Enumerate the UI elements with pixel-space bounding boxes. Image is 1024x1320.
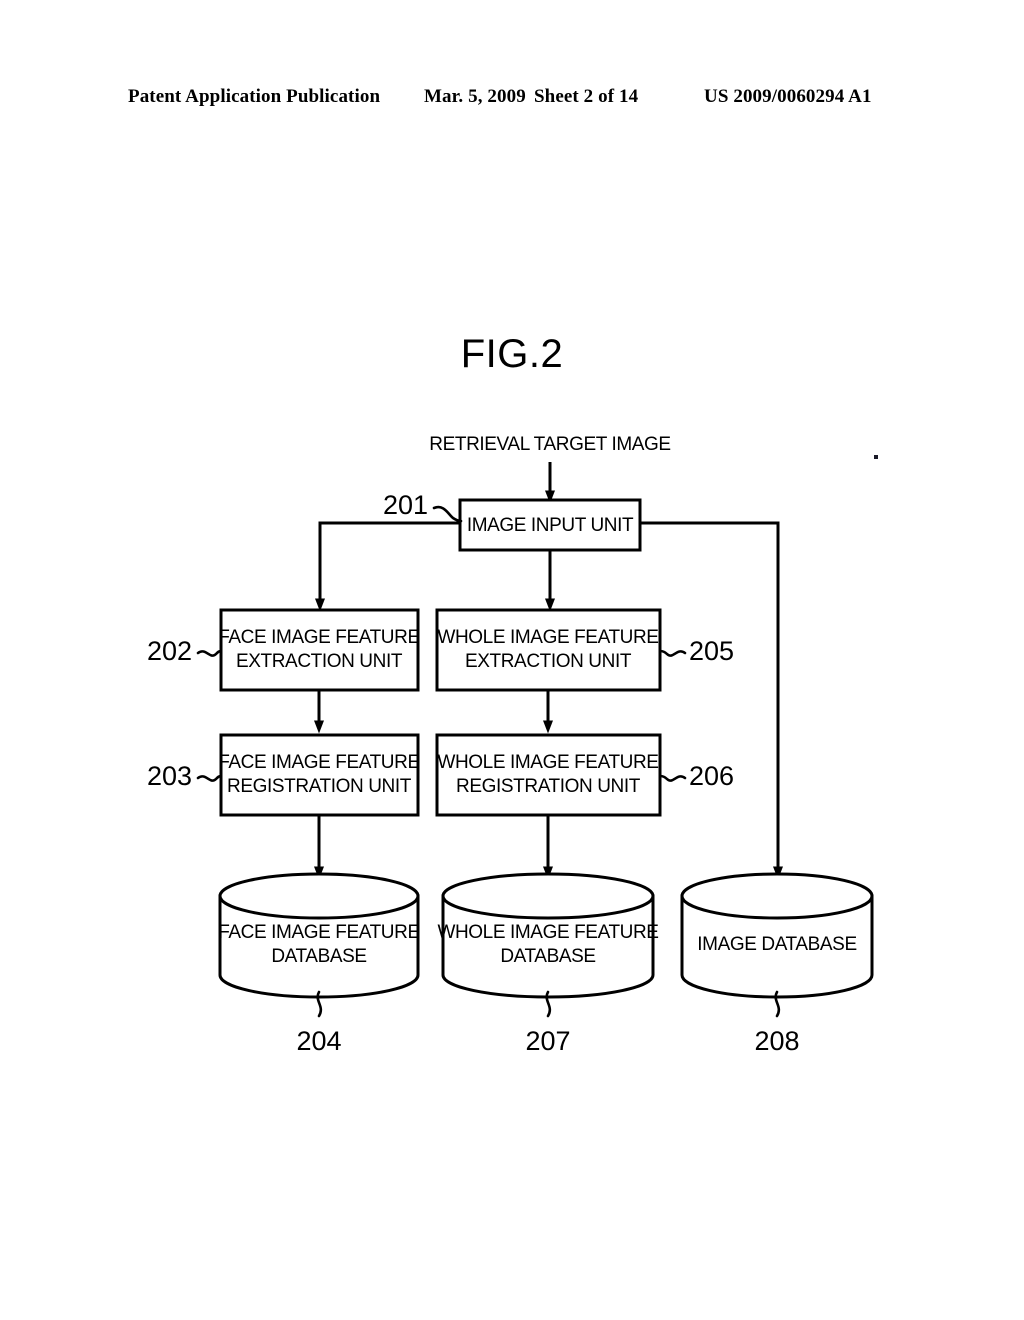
box-whole-image-feature-extraction-unit [435,608,662,692]
ref-number-205: 205 [689,636,734,666]
box-whole-extraction-label-line2: EXTRACTION UNIT [465,651,632,672]
box-face-image-feature-registration-unit [219,733,420,817]
ref-number-206: 206 [689,761,734,791]
leader-line-203 [196,774,223,782]
scan-artifact-speck [874,455,878,459]
cylinder-whole-database-label-line2: DATABASE [500,946,595,967]
cylinder-image-database-label-line1: IMAGE DATABASE [697,934,856,955]
ref-number-207: 207 [525,1026,570,1056]
box-face-registration-label-line1: FACE IMAGE FEATURE [218,752,419,773]
box-face-registration-label-line2: REGISTRATION UNIT [227,776,412,797]
leader-line-205 [658,649,687,657]
box-face-image-feature-extraction-unit [219,608,420,692]
leader-line-201 [432,505,463,523]
box-image-input-unit-label: IMAGE INPUT UNIT [467,515,634,536]
ref-number-208: 208 [754,1026,799,1056]
ref-number-203: 203 [147,761,192,791]
box-whole-registration-label-line2: REGISTRATION UNIT [456,776,641,797]
leader-line-206 [658,774,687,782]
ref-number-204: 204 [296,1026,341,1056]
connector-input-to-face-extraction [315,521,460,612]
ref-number-201: 201 [383,490,428,520]
figure-2-block-diagram: RETRIEVAL TARGET IMAGE IMAGE INPUT UNIT … [147,434,878,1056]
cylinder-whole-database-label-line1: WHOLE IMAGE FEATURE [437,922,658,943]
retrieval-target-image-label: RETRIEVAL TARGET IMAGE [429,434,670,455]
leader-line-202 [196,649,223,657]
cylinder-face-database-label-line2: DATABASE [271,946,366,967]
box-whole-image-feature-registration-unit [435,733,662,817]
patent-drawing-page: Patent Application Publication Mar. 5, 2… [0,0,1024,1320]
cylinder-image-database: IMAGE DATABASE [680,872,874,999]
cylinder-face-image-feature-database: FACE IMAGE FEATURE DATABASE [218,872,420,999]
box-whole-extraction-label-line1: WHOLE IMAGE FEATURE [437,627,658,648]
box-face-extraction-label-line2: EXTRACTION UNIT [236,651,403,672]
ref-number-202: 202 [147,636,192,666]
cylinder-face-database-label-line1: FACE IMAGE FEATURE [218,922,419,943]
cylinder-whole-image-feature-database: WHOLE IMAGE FEATURE DATABASE [437,872,659,999]
box-whole-registration-label-line1: WHOLE IMAGE FEATURE [437,752,658,773]
box-face-extraction-label-line1: FACE IMAGE FEATURE [218,627,419,648]
